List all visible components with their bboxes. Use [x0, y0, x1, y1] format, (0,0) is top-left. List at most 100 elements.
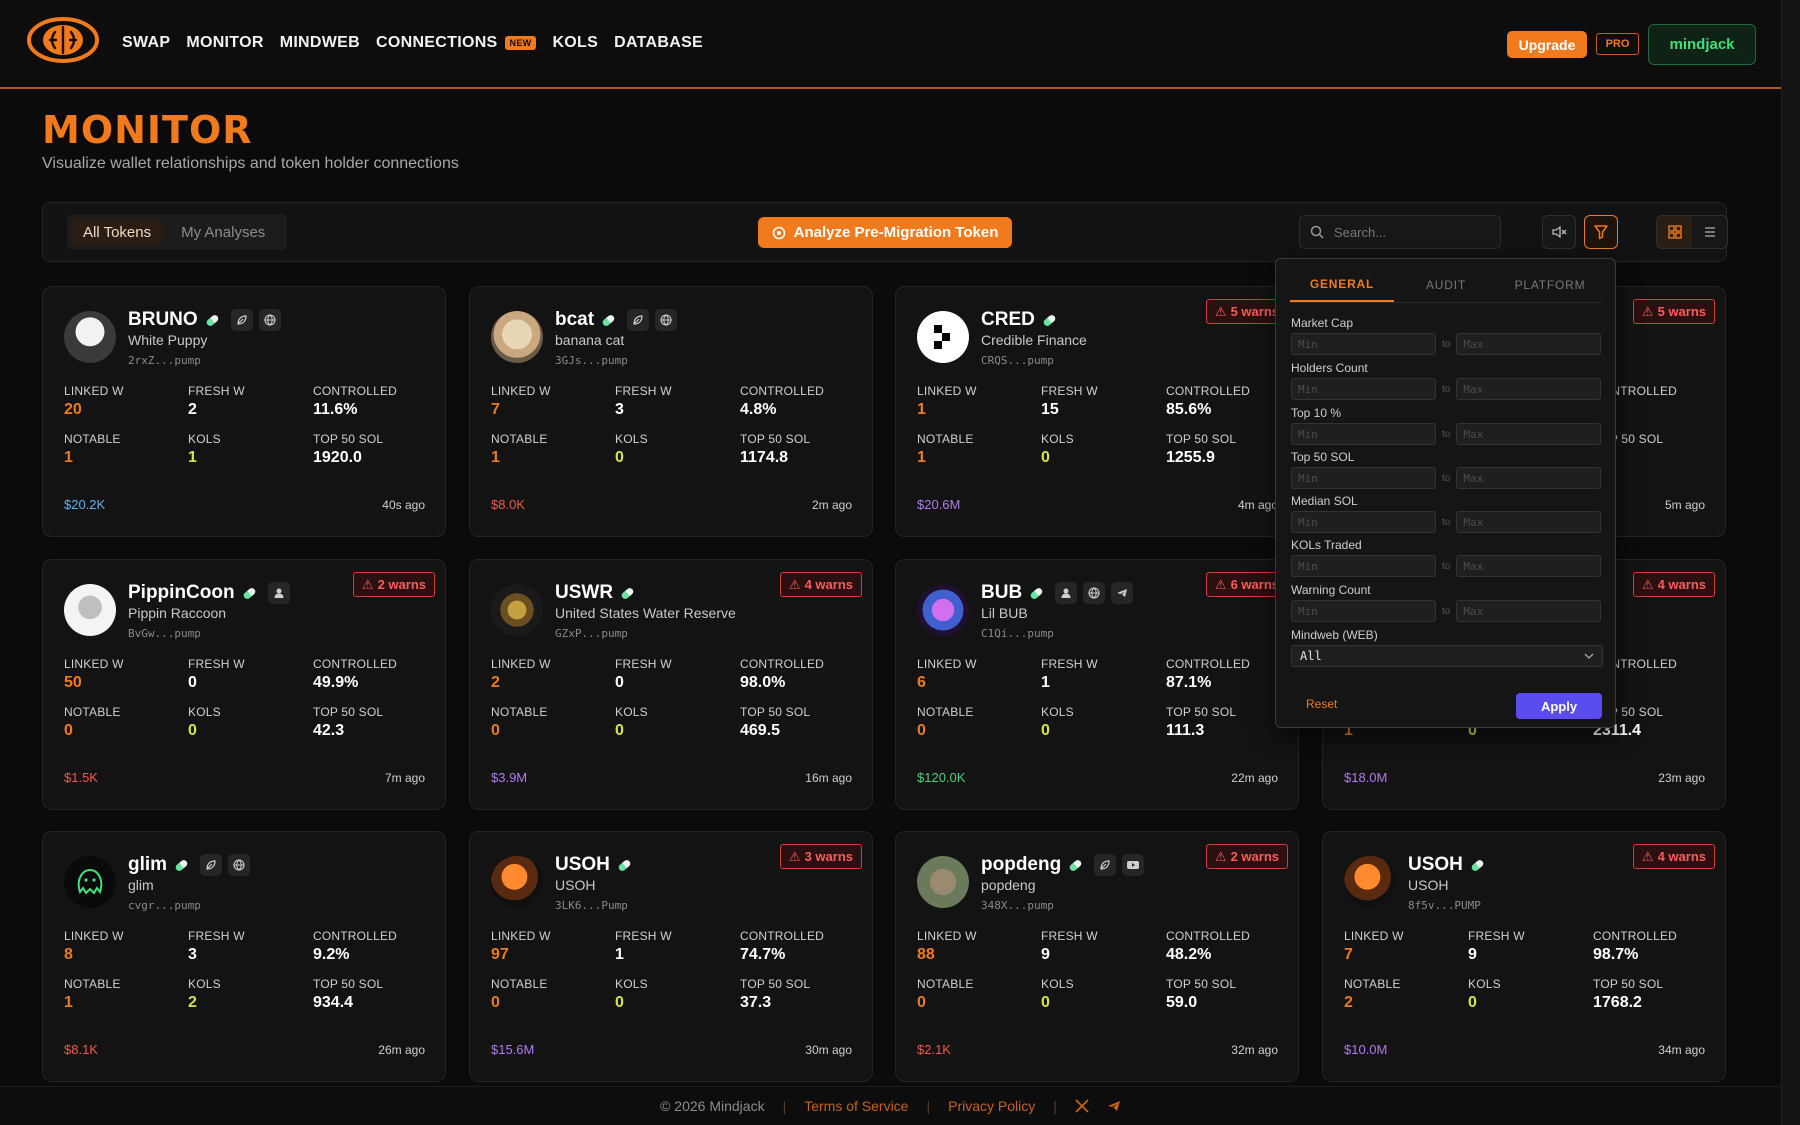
- leaf-link-button[interactable]: [200, 854, 223, 876]
- stat-value: 15: [1041, 401, 1059, 418]
- filter-min-input[interactable]: [1291, 333, 1436, 355]
- token-address[interactable]: GZxP...pump: [555, 627, 628, 640]
- token-address[interactable]: 2rxZ...pump: [128, 354, 201, 367]
- token-card[interactable]: BUB Lil BUB C1Qi...pump ⚠ 6 warns LINKED …: [895, 559, 1299, 810]
- filter-min-input[interactable]: [1291, 600, 1436, 622]
- token-card[interactable]: USOH USOH 8f5v...PUMP ⚠ 4 warns LINKED W 7…: [1322, 831, 1726, 1082]
- filter-min-input[interactable]: [1291, 423, 1436, 445]
- token-card[interactable]: bcat banana cat 3GJs...pump LINKED W 7 FR…: [469, 286, 873, 537]
- nav-connections[interactable]: CONNECTIONS NEW: [376, 34, 537, 52]
- warnings-badge[interactable]: ⚠ 3 warns: [779, 844, 862, 869]
- nav-database[interactable]: DATABASE: [614, 34, 703, 52]
- stat-label: KOLS: [188, 432, 221, 446]
- token-address[interactable]: BvGw...pump: [128, 627, 201, 640]
- filter-max-input[interactable]: [1456, 600, 1602, 622]
- token-address[interactable]: 8f5v...PUMP: [1408, 899, 1481, 912]
- filter-tab-general[interactable]: GENERAL: [1290, 267, 1394, 302]
- globe-link-button[interactable]: [228, 854, 251, 876]
- leaf-link-button[interactable]: [1094, 854, 1117, 876]
- terms-link[interactable]: Terms of Service: [804, 1098, 908, 1114]
- warnings-badge[interactable]: ⚠ 2 warns: [1205, 844, 1288, 869]
- privacy-link[interactable]: Privacy Policy: [948, 1098, 1035, 1114]
- stat-label: FRESH W: [615, 384, 672, 398]
- globe-link-button[interactable]: [655, 309, 678, 331]
- mindweb-select[interactable]: All: [1291, 645, 1603, 667]
- stat-top50: TOP 50 SOL 469.5: [740, 705, 810, 740]
- filter-tab-platform[interactable]: PLATFORM: [1498, 267, 1602, 302]
- user-link-button[interactable]: [267, 582, 290, 604]
- youtube-link-button[interactable]: [1122, 854, 1145, 876]
- list-view-button[interactable]: [1692, 216, 1727, 248]
- stat-linked: LINKED W 50: [64, 657, 124, 692]
- filter-max-input[interactable]: [1456, 333, 1602, 355]
- filter-max-input[interactable]: [1456, 467, 1602, 489]
- stat-fresh: FRESH W 9: [1468, 929, 1525, 964]
- filter-min-input[interactable]: [1291, 467, 1436, 489]
- token-card[interactable]: PippinCoon Pippin Raccoon BvGw...pump ⚠ 2…: [42, 559, 446, 810]
- filter-min-input[interactable]: [1291, 511, 1436, 533]
- warnings-badge[interactable]: ⚠ 4 warns: [779, 572, 862, 597]
- warnings-badge[interactable]: ⚠ 4 warns: [1632, 572, 1715, 597]
- globe-link-button[interactable]: [1083, 582, 1106, 604]
- token-address[interactable]: CRQS...pump: [981, 354, 1054, 367]
- tab-my-analyses[interactable]: My Analyses: [169, 218, 277, 246]
- token-name: popdeng: [981, 877, 1036, 893]
- filter-reset-button[interactable]: Reset: [1306, 697, 1337, 711]
- filter-apply-button[interactable]: Apply: [1516, 693, 1602, 719]
- filter-max-input[interactable]: [1456, 555, 1602, 577]
- telegram-icon[interactable]: [1107, 1099, 1121, 1113]
- nav-kols[interactable]: KOLS: [552, 34, 598, 52]
- stat-value: 1174.8: [740, 449, 789, 466]
- leaf-link-button[interactable]: [627, 309, 650, 331]
- token-card[interactable]: USOH USOH 3LK6...Pump ⚠ 3 warns LINKED W 9…: [469, 831, 873, 1082]
- token-address[interactable]: 3LK6...Pump: [555, 899, 628, 912]
- user-account-button[interactable]: mindjack: [1648, 24, 1756, 65]
- token-address[interactable]: 3GJs...pump: [555, 354, 628, 367]
- filter-min-input[interactable]: [1291, 378, 1436, 400]
- stat-label: KOLS: [615, 705, 648, 719]
- token-address[interactable]: cvgr...pump: [128, 899, 201, 912]
- token-card[interactable]: glim glim cvgr...pump LINKED W 8 FRESH W 3…: [42, 831, 446, 1082]
- mute-sound-button[interactable]: [1542, 215, 1576, 249]
- nav-monitor[interactable]: MONITOR: [186, 34, 263, 52]
- token-card[interactable]: popdeng popdeng 348X...pump ⚠ 2 warns LIN…: [895, 831, 1299, 1082]
- stat-value: 0: [917, 994, 926, 1011]
- filter-tab-audit[interactable]: AUDIT: [1394, 267, 1498, 302]
- x-twitter-icon[interactable]: [1075, 1099, 1089, 1113]
- brain-logo-icon[interactable]: [26, 16, 100, 64]
- grid-view-button[interactable]: [1657, 216, 1692, 248]
- filter-max-input[interactable]: [1456, 423, 1602, 445]
- analyze-pre-migration-button[interactable]: Analyze Pre-Migration Token: [758, 217, 1012, 248]
- token-card[interactable]: CRED Credible Finance CRQS...pump ⚠ 5 war…: [895, 286, 1299, 537]
- telegram-link-button[interactable]: [1111, 582, 1134, 604]
- filter-range: to: [1291, 467, 1603, 489]
- warnings-badge[interactable]: ⚠ 5 warns: [1632, 299, 1715, 324]
- warning-triangle-icon: ⚠: [1641, 576, 1654, 592]
- stat-linked: LINKED W 97: [491, 929, 551, 964]
- stat-value: 88: [917, 946, 935, 963]
- filter-max-input[interactable]: [1456, 378, 1602, 400]
- filter-button[interactable]: [1584, 215, 1618, 249]
- filter-max-input[interactable]: [1456, 511, 1602, 533]
- search-input[interactable]: [1334, 224, 1484, 240]
- leaf-link-button[interactable]: [230, 309, 253, 331]
- stat-label: TOP 50 SOL: [1166, 705, 1237, 719]
- page-scrollbar[interactable]: [1781, 0, 1800, 1125]
- token-card[interactable]: USWR United States Water Reserve GZxP...…: [469, 559, 873, 810]
- stat-label: CONTROLLED: [1166, 657, 1251, 671]
- token-address[interactable]: C1Qi...pump: [981, 627, 1054, 640]
- filter-min-input[interactable]: [1291, 555, 1436, 577]
- stat-value: 9: [1468, 946, 1477, 963]
- upgrade-button[interactable]: Upgrade: [1507, 31, 1587, 58]
- user-link-button[interactable]: [1055, 582, 1078, 604]
- stat-label: NOTABLE: [1344, 977, 1401, 991]
- pill-icon: [620, 586, 635, 600]
- token-card[interactable]: BRUNO White Puppy 2rxZ...pump LINKED W 20…: [42, 286, 446, 537]
- warnings-badge[interactable]: ⚠ 4 warns: [1632, 844, 1715, 869]
- nav-mindweb[interactable]: MINDWEB: [280, 34, 360, 52]
- warnings-badge[interactable]: ⚠ 2 warns: [352, 572, 435, 597]
- token-address[interactable]: 348X...pump: [981, 899, 1054, 912]
- tab-all-tokens[interactable]: All Tokens: [71, 218, 164, 246]
- nav-swap[interactable]: SWAP: [122, 34, 170, 52]
- globe-link-button[interactable]: [258, 309, 281, 331]
